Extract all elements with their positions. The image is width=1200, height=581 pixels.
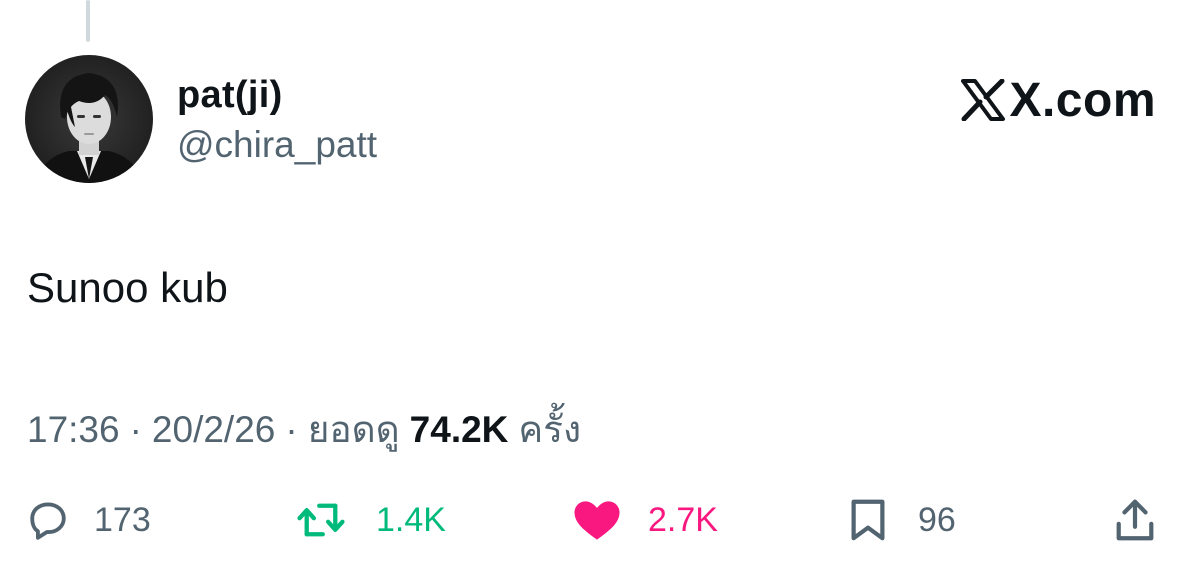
repost-button[interactable]: 1.4K [296, 490, 446, 550]
bookmark-button[interactable]: 96 [848, 490, 956, 550]
like-button[interactable]: 2.7K [572, 490, 718, 550]
meta-separator: · [129, 409, 142, 450]
action-bar: 173 1.4K 2.7K 96 [0, 490, 1200, 550]
tweet-date[interactable]: 20/2/26 [152, 409, 275, 451]
reply-count: 173 [94, 500, 151, 539]
tweet-meta: 17:36 · 20/2/26 · ยอดดู 74.2K ครั้ง [27, 400, 581, 459]
tweet-text: Sunoo kub [27, 264, 228, 311]
reply-button[interactable]: 173 [26, 490, 151, 550]
speech-bubble-icon [26, 498, 70, 542]
views-count[interactable]: 74.2K [410, 409, 509, 451]
views-suffix: ครั้ง [518, 409, 582, 450]
repost-count: 1.4K [376, 500, 446, 539]
like-count: 2.7K [648, 500, 718, 539]
repost-arrows-icon [296, 498, 346, 542]
author-display-name[interactable]: pat(ji) [177, 74, 283, 117]
brand-logo: X.com [961, 70, 1156, 130]
thread-connector-line [86, 0, 90, 42]
brand-text: X.com [1009, 73, 1156, 127]
author-handle[interactable]: @chira_patt [177, 124, 377, 166]
views-label: ยอดดู [307, 409, 400, 450]
avatar[interactable] [25, 55, 153, 183]
meta-separator: · [285, 409, 298, 450]
avatar-image [25, 55, 153, 183]
x-logo-icon [961, 78, 1006, 122]
heart-icon [572, 498, 622, 542]
share-button[interactable] [1113, 490, 1157, 550]
bookmark-icon [848, 497, 888, 543]
tweet-time[interactable]: 17:36 [27, 409, 120, 451]
share-upload-icon [1113, 497, 1157, 543]
bookmark-count: 96 [918, 500, 956, 539]
